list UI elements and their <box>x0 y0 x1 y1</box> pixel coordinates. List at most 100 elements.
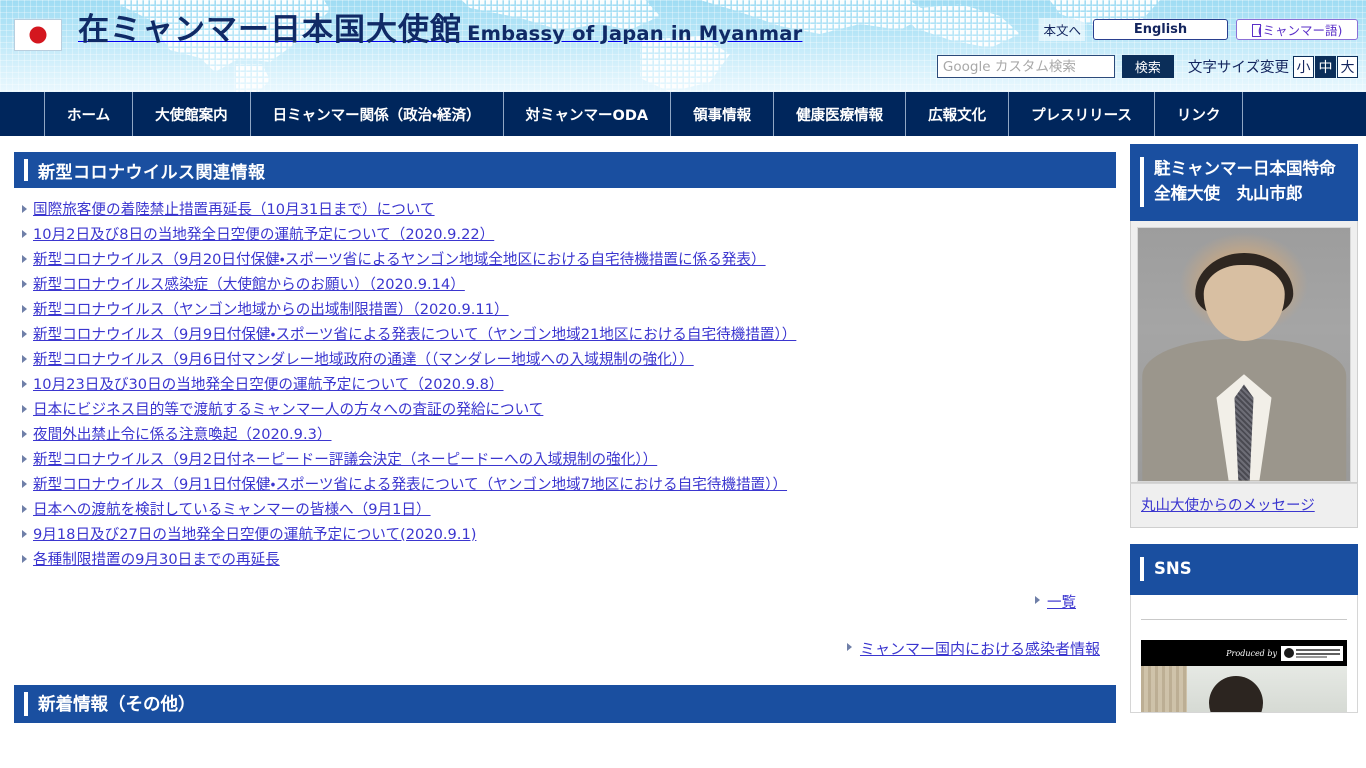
language-myanmar-button[interactable]: (ミャンマー語) <box>1236 19 1358 40</box>
nav-item-home[interactable]: ホーム <box>44 92 132 136</box>
list-item: 9月18日及び27日の当地発全日空便の運航予定について(2020.9.1) <box>22 526 1116 544</box>
missing-glyph-icon <box>1251 24 1261 37</box>
nav-item-health-medical[interactable]: 健康医療情報 <box>773 92 905 136</box>
nav-item-links[interactable]: リンク <box>1153 92 1244 136</box>
list-item: 10月2日及び8日の当地発全日空便の運航予定について（2020.9.22） <box>22 226 1116 244</box>
covid-link[interactable]: 新型コロナウイルス（9月9日付保健・スポーツ省による発表について（ヤンゴン地域2… <box>33 326 796 344</box>
bullet-triangle-icon <box>22 304 27 313</box>
list-item: 新型コロナウイルス（9月20日付保健・スポーツ省によるヤンゴン地域全地区における… <box>22 251 1116 269</box>
covid-link[interactable]: 国際旅客便の着陸禁止措置再延長（10月31日まで）について <box>33 201 435 219</box>
other-news-title: 新着情報（その他） <box>38 695 196 716</box>
ambassador-message-link[interactable]: 丸山大使からのメッセージ <box>1141 498 1315 514</box>
list-item: 夜間外出禁止令に係る注意喚起（2020.9.3） <box>22 426 1116 444</box>
search-input[interactable] <box>936 55 1115 78</box>
nav-item-embassy-info[interactable]: 大使館案内 <box>132 92 250 136</box>
skip-to-content-link[interactable]: 本文へ <box>1039 18 1085 41</box>
bullet-triangle-icon <box>22 404 27 413</box>
bullet-triangle-icon <box>22 205 27 213</box>
language-english-button[interactable]: English <box>1093 19 1228 40</box>
page-body: 新型コロナウイルス関連情報 国際旅客便の着陸禁止措置再延長（10月31日まで）に… <box>0 136 1366 730</box>
covid-link[interactable]: 10月23日及び30日の当地発全日空便の運航予定について（2020.9.8） <box>33 376 504 394</box>
infection-info-link[interactable]: ミャンマー国内における感染者情報 <box>860 638 1100 659</box>
producer-logo-icon <box>1281 645 1343 661</box>
bullet-triangle-icon <box>22 254 27 263</box>
bullet-triangle-icon <box>22 454 27 463</box>
covid-all-link-row: 一覧 <box>0 577 1130 612</box>
font-size-medium-button[interactable]: 中 <box>1315 55 1336 78</box>
font-size-control: 文字サイズ変更 小 中 大 <box>1187 55 1358 78</box>
search-button[interactable]: 検索 <box>1121 55 1174 78</box>
section-accent-bar <box>24 159 28 181</box>
list-item: 新型コロナウイルス（ヤンゴン地域からの出域制限措置）（2020.9.11） <box>22 301 1116 319</box>
divider <box>1141 619 1347 621</box>
covid-link[interactable]: 新型コロナウイルス（9月6日付マンダレー地域政府の通達（（マンダレー地域への入域… <box>33 351 694 369</box>
list-item: 新型コロナウイルス感染症（大使館からのお願い）（2020.9.14） <box>22 276 1116 294</box>
covid-section-header: 新型コロナウイルス関連情報 <box>14 152 1116 188</box>
covid-link[interactable]: 新型コロナウイルス（9月2日付ネーピードー評議会決定（ネーピードーへの入域規制の… <box>33 451 657 469</box>
covid-all-link[interactable]: 一覧 <box>1047 591 1076 612</box>
covid-link[interactable]: 10月2日及び8日の当地発全日空便の運航予定について（2020.9.22） <box>33 226 494 244</box>
covid-link[interactable]: 日本にビジネス目的等で渡航するミャンマー人の方々への査証の発給について <box>33 401 543 419</box>
bullet-triangle-icon <box>22 229 27 238</box>
nav-item-press-release[interactable]: プレスリリース <box>1008 92 1154 136</box>
ambassador-message-row: 丸山大使からのメッセージ <box>1130 482 1358 528</box>
covid-link[interactable]: 夜間外出禁止令に係る注意喚起（2020.9.3） <box>33 426 332 444</box>
nav-item-culture[interactable]: 広報文化 <box>905 92 1008 136</box>
covid-link[interactable]: 新型コロナウイルス（9月20日付保健・スポーツ省によるヤンゴン地域全地区における… <box>33 251 766 269</box>
sns-video-thumbnail[interactable]: Produced by <box>1141 640 1347 713</box>
site-title-ja: 在ミャンマー日本国大使館 <box>78 12 462 48</box>
bullet-triangle-icon <box>846 643 852 652</box>
covid-link[interactable]: 新型コロナウイルス（ヤンゴン地域からの出域制限措置）（2020.9.11） <box>33 301 509 319</box>
main-content: 新型コロナウイルス関連情報 国際旅客便の着陸禁止措置再延長（10月31日まで）に… <box>0 136 1130 723</box>
nav-item-consular[interactable]: 領事情報 <box>670 92 773 136</box>
list-item: 日本への渡航を検討しているミャンマーの皆様へ（9月1日） <box>22 501 1116 519</box>
bullet-triangle-icon <box>22 479 27 488</box>
font-size-small-button[interactable]: 小 <box>1293 55 1314 78</box>
section-accent-bar <box>1140 556 1144 582</box>
video-credit-bar: Produced by <box>1141 640 1347 667</box>
covid-link[interactable]: 日本への渡航を検討しているミャンマーの皆様へ（9月1日） <box>33 501 431 519</box>
list-item: 新型コロナウイルス（9月2日付ネーピードー評議会決定（ネーピードーへの入域規制の… <box>22 451 1116 469</box>
ambassador-title: 駐ミャンマー日本国特命全権大使 丸山市郎 <box>1154 159 1336 203</box>
font-size-large-button[interactable]: 大 <box>1337 55 1358 78</box>
sns-body: Produced by <box>1130 595 1358 714</box>
nav-item-japan-myanmar-relations[interactable]: 日ミャンマー関係（政治・経済） <box>249 92 503 136</box>
list-item: 新型コロナウイルス（9月6日付マンダレー地域政府の通達（（マンダレー地域への入域… <box>22 351 1116 369</box>
sidebar: 駐ミャンマー日本国特命全権大使 丸山市郎 丸山大使からのメッセージ SNS Pr… <box>1130 136 1366 729</box>
sns-header: SNS <box>1130 543 1358 596</box>
list-item: 各種制限措置の9月30日までの再延長 <box>22 551 1116 569</box>
list-item: 10月23日及び30日の当地発全日空便の運航予定について（2020.9.8） <box>22 376 1116 394</box>
covid-link[interactable]: 9月18日及び27日の当地発全日空便の運航予定について(2020.9.1) <box>33 526 476 544</box>
sns-title: SNS <box>1154 558 1192 578</box>
bullet-triangle-icon <box>22 379 27 388</box>
bullet-triangle-icon <box>1035 596 1040 605</box>
list-item: 新型コロナウイルス（9月9日付保健・スポーツ省による発表について（ヤンゴン地域2… <box>22 326 1116 344</box>
covid-section-title: 新型コロナウイルス関連情報 <box>38 162 266 183</box>
video-background-shape <box>1141 666 1187 713</box>
covid-link[interactable]: 新型コロナウイルス（9月1日付保健・スポーツ省による発表について（ヤンゴン地域7… <box>33 476 787 494</box>
font-size-label: 文字サイズ変更 <box>1187 60 1289 76</box>
language-myanmar-label: (ミャンマー語) <box>1257 23 1343 38</box>
covid-link[interactable]: 新型コロナウイルス感染症（大使館からのお願い）（2020.9.14） <box>33 276 465 294</box>
japan-flag-icon <box>14 19 62 51</box>
bullet-triangle-icon <box>22 554 27 563</box>
global-navigation: ホーム 大使館案内 日ミャンマー関係（政治・経済） 対ミャンマーODA 領事情報… <box>0 92 1366 136</box>
covid-link-list: 国際旅客便の着陸禁止措置再延長（10月31日まで）について 10月2日及び8日の… <box>0 201 1130 569</box>
bullet-triangle-icon <box>22 354 27 363</box>
list-item: 新型コロナウイルス（9月1日付保健・スポーツ省による発表について（ヤンゴン地域7… <box>22 476 1116 494</box>
other-news-section-header: 新着情報（その他） <box>14 684 1116 723</box>
list-item: 国際旅客便の着陸禁止措置再延長（10月31日まで）について <box>22 201 1116 219</box>
section-accent-bar <box>24 691 28 716</box>
covid-link[interactable]: 各種制限措置の9月30日までの再延長 <box>33 551 280 569</box>
bullet-triangle-icon <box>22 504 27 513</box>
site-logo[interactable]: 在ミャンマー日本国大使館 Embassy of Japan in Myanmar <box>14 12 802 51</box>
sns-box: SNS Produced by <box>1130 543 1358 714</box>
nav-item-oda[interactable]: 対ミャンマーODA <box>502 92 671 136</box>
infection-info-row: ミャンマー国内における感染者情報 <box>0 612 1130 659</box>
video-credit-text: Produced by <box>1226 648 1277 658</box>
site-title-en: Embassy of Japan in Myanmar <box>467 22 803 45</box>
site-header: 在ミャンマー日本国大使館 Embassy of Japan in Myanmar… <box>0 0 1366 92</box>
video-scene <box>1141 666 1347 713</box>
ambassador-box: 駐ミャンマー日本国特命全権大使 丸山市郎 丸山大使からのメッセージ <box>1130 144 1358 528</box>
avatar <box>1137 226 1351 482</box>
